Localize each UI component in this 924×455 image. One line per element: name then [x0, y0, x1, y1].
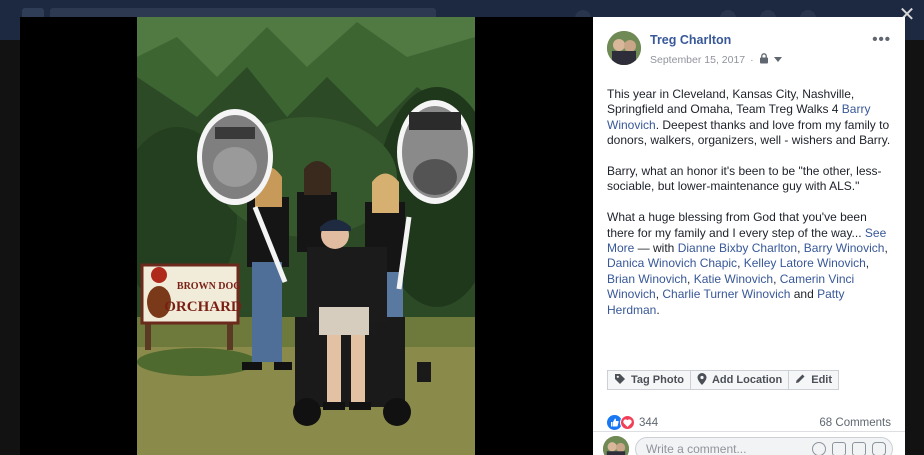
- photo-illustration: BROWN DOG ORCHARD: [137, 17, 475, 455]
- comment-input[interactable]: Write a comment...: [635, 437, 893, 455]
- face-cutout-left: [197, 109, 273, 205]
- commenter-avatar: [603, 436, 629, 455]
- sign-text-line1: BROWN DOG: [177, 281, 241, 292]
- comments-count-link[interactable]: 68 Comments: [819, 417, 891, 429]
- chevron-down-icon[interactable]: [773, 54, 782, 66]
- photo-stage: BROWN DOG ORCHARD: [20, 17, 593, 455]
- tagged-person[interactable]: Barry Winovich: [804, 241, 885, 255]
- comment-placeholder: Write a comment...: [646, 442, 747, 455]
- gif-icon[interactable]: [852, 442, 866, 455]
- reaction-summary[interactable]: 344: [607, 415, 658, 430]
- tag-photo-button[interactable]: Tag Photo: [607, 370, 691, 390]
- post-paragraph-1: This year in Cleveland, Kansas City, Nas…: [607, 87, 891, 148]
- pencil-icon: [795, 373, 806, 387]
- separator-dot: ·: [750, 54, 754, 66]
- divider: [593, 431, 905, 432]
- location-pin-icon: [697, 372, 707, 388]
- camera-icon[interactable]: [832, 442, 846, 455]
- tagged-person[interactable]: Katie Winovich: [694, 272, 773, 286]
- comment-tools: [812, 442, 886, 455]
- tagged-person[interactable]: Dianne Bixby Charlton: [678, 241, 797, 255]
- tagged-person[interactable]: Charlie Turner Winovich: [662, 287, 790, 301]
- post-info-panel: Treg Charlton September 15, 2017 · ••• T…: [593, 17, 905, 455]
- more-icon[interactable]: •••: [872, 31, 891, 48]
- face-cutout-right: [397, 100, 473, 204]
- tag-icon: [614, 373, 626, 388]
- author-name-link[interactable]: Treg Charlton: [650, 33, 731, 47]
- tagged-person[interactable]: Danica Winovich Chapic: [607, 256, 737, 270]
- emoji-icon[interactable]: [812, 442, 826, 455]
- photo-actions: Tag Photo Add Location Edit: [607, 370, 840, 390]
- post-photo[interactable]: BROWN DOG ORCHARD: [137, 17, 475, 455]
- sign-text-line2: ORCHARD: [164, 299, 242, 315]
- sticker-icon[interactable]: [872, 442, 886, 455]
- lock-icon[interactable]: [759, 53, 769, 67]
- post-date-link[interactable]: September 15, 2017: [650, 54, 745, 66]
- post-text: This year in Cleveland, Kansas City, Nas…: [607, 87, 891, 333]
- tagged-person[interactable]: Brian Winovich: [607, 272, 687, 286]
- post-meta: September 15, 2017 ·: [650, 53, 782, 67]
- add-location-button[interactable]: Add Location: [690, 370, 790, 390]
- edit-button[interactable]: Edit: [789, 370, 840, 390]
- reactions-row: 344 68 Comments: [607, 415, 891, 430]
- post-paragraph-3: What a huge blessing from God that you'v…: [607, 210, 888, 317]
- author-avatar[interactable]: [607, 31, 641, 65]
- tagged-person[interactable]: Kelley Latore Winovich: [744, 256, 866, 270]
- post-paragraph-2: Barry, what an honor it's been to be "th…: [607, 164, 882, 194]
- love-icon: [620, 415, 635, 430]
- reaction-count[interactable]: 344: [639, 417, 658, 429]
